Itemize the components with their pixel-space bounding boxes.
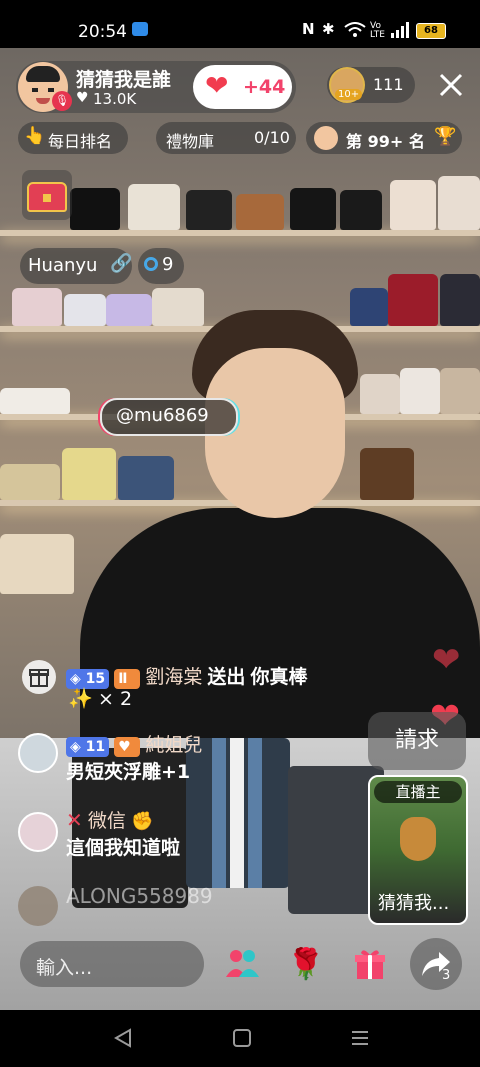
gift-library-count: 0/10 (254, 128, 290, 147)
daily-rank-button[interactable]: 👆 每日排名 (18, 122, 128, 154)
viewer-count-pill[interactable]: 10+ 111 (327, 67, 415, 103)
chat-text: 男短夾浮雕+1 (66, 761, 191, 783)
level-badge: ◈ 11 (66, 736, 110, 757)
muted-mic-icon: 🎙 (52, 91, 72, 111)
share-button[interactable]: 3 (410, 938, 462, 990)
close-icon[interactable] (436, 70, 466, 100)
chat-gift-message: ◈ 15 Ⅱ 劉海棠 送出 你真棒 (66, 662, 308, 689)
mini-player-label: 直播主 (395, 783, 441, 801)
gift-name: 你真棒 (250, 666, 308, 688)
fan-badge: Ⅱ (114, 668, 141, 689)
host-info[interactable]: 🎙 猜猜我是誰 ♥ 13.0K ❤ +44 (16, 61, 296, 113)
chat-user: 劉海棠 (145, 666, 203, 688)
chat-user: 微信 (87, 810, 126, 832)
chat-avatar[interactable] (18, 812, 58, 852)
signal-icon (391, 22, 409, 38)
level-value: 15 (85, 670, 106, 687)
guest-score-value: 9 (162, 254, 174, 275)
mini-player-character (400, 817, 436, 861)
battery-icon: 68 (416, 23, 446, 39)
heart-icon: ♥ (76, 90, 89, 106)
mention-text: @mu6869 (116, 405, 209, 426)
chat-message: ALONG558989 (66, 884, 213, 908)
chat-avatar[interactable] (18, 733, 58, 773)
chat-text: 這個我知道啦 (66, 837, 181, 859)
back-icon[interactable] (114, 1028, 132, 1048)
gift-box-icon (355, 950, 385, 979)
chat-input-placeholder: 輸入... (36, 957, 93, 979)
mini-player[interactable]: 直播主 猜猜我... (368, 775, 468, 925)
weather-icon (132, 22, 148, 36)
chat-user: ALONG558989 (66, 884, 213, 908)
users-icon (226, 950, 259, 977)
level-value: 11 (85, 738, 106, 755)
gift-thumbnail-icon: ✨ (68, 686, 93, 710)
chat-message: ◈ 11 ♥ 純姐兒 男短夾浮雕+1 (66, 730, 202, 784)
top-viewer-badge: 10+ (335, 89, 363, 100)
fist-icon: ✊ (130, 811, 154, 832)
rose-gift-button[interactable]: 🌹 (282, 940, 330, 988)
status-bar: 20:54 N ✱ Vo LTE 68 (0, 0, 480, 48)
link-icon: 🔗 (110, 253, 133, 274)
chat-user: 純姐兒 (145, 734, 203, 756)
mini-player-name: 猜猜我... (378, 893, 450, 914)
volte-icon: Vo LTE (370, 21, 385, 40)
daily-rank-label: 每日排名 (48, 132, 113, 151)
gift-button[interactable] (346, 940, 394, 988)
rank-position-button[interactable]: 第 99+ 名 🏆 (306, 122, 462, 154)
mini-player-label-bg: 直播主 (374, 781, 462, 803)
gift-action: 送出 (207, 666, 246, 688)
fan-heart-badge: ♥ (114, 736, 141, 757)
host-likes: 13.0K (93, 90, 137, 108)
chat-input[interactable]: 輸入... (20, 941, 204, 987)
bluetooth-icon: ✱ (322, 20, 335, 38)
treasure-chest-icon[interactable] (22, 170, 72, 220)
guest-score: 9 (138, 248, 184, 284)
like-button[interactable]: ❤ +44 (193, 65, 292, 109)
rank-position: 第 99+ 名 (346, 132, 425, 151)
viewer-count: 111 (373, 75, 404, 94)
cohost-button[interactable] (218, 940, 266, 988)
gift-library-button[interactable]: 禮物庫 0/10 (156, 122, 296, 154)
rank-avatar (314, 126, 338, 150)
rank-trophy-icon: 🏆 (434, 126, 457, 147)
gift-icon[interactable] (22, 660, 56, 694)
request-button[interactable]: 請求 (368, 712, 466, 770)
rose-icon: 🌹 (287, 946, 325, 982)
chat-avatar[interactable] (18, 886, 58, 926)
system-navigation-bar (0, 1010, 480, 1067)
cross-icon: ✕ (66, 808, 83, 832)
score-icon (144, 257, 158, 271)
recents-icon[interactable] (350, 1028, 370, 1048)
home-icon[interactable] (232, 1028, 252, 1048)
guest-info[interactable]: Huanyu 🔗 (20, 248, 132, 284)
floating-heart-icon: ❤ (432, 640, 461, 680)
status-time: 20:54 (78, 22, 127, 42)
chat-message: ✕ 微信 ✊ 這個我知道啦 (66, 806, 180, 860)
gift-library-label: 禮物庫 (166, 132, 215, 151)
nfc-icon: N (302, 20, 315, 38)
like-delta: +44 (243, 76, 286, 98)
host-name: 猜猜我是誰 (76, 69, 172, 91)
like-heart-icon: ❤ (205, 69, 229, 102)
hand-pointer-icon: 👆 (24, 126, 46, 146)
mention-bubble[interactable]: @mu6869 (100, 398, 238, 436)
gift-multiplier: × 2 (98, 688, 133, 710)
wifi-icon (344, 22, 366, 37)
guest-name: Huanyu (28, 255, 98, 276)
share-count: 3 (442, 968, 451, 983)
request-label: 請求 (394, 728, 439, 753)
battery-level: 68 (424, 25, 438, 36)
